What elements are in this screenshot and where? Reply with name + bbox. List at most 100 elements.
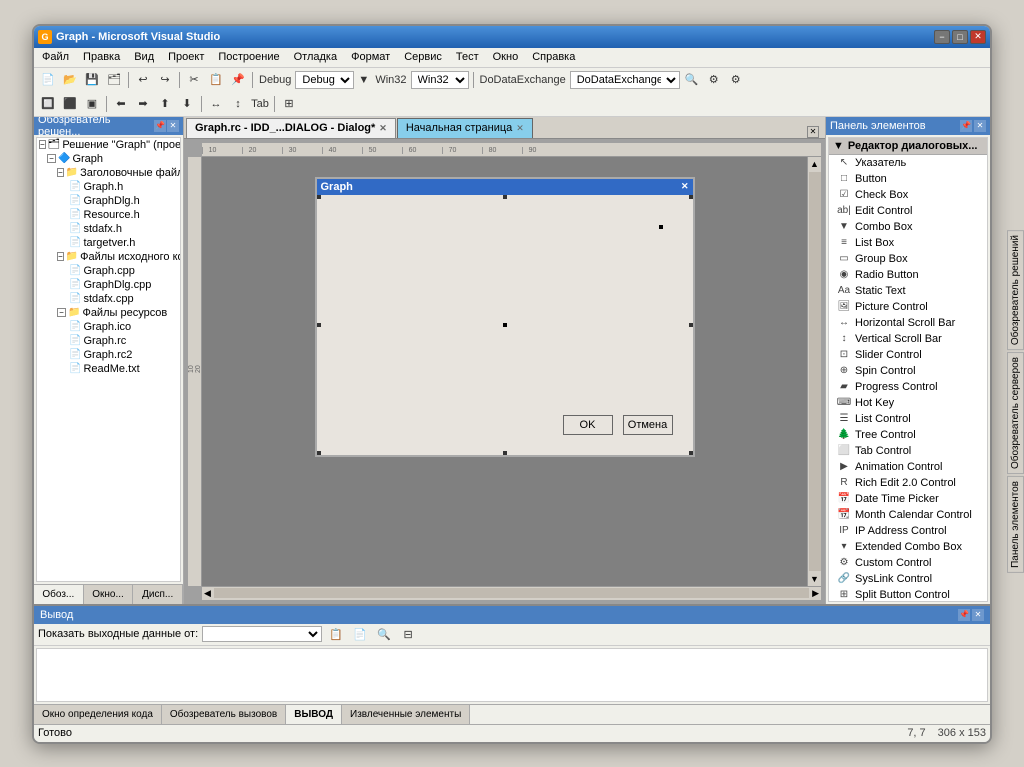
project-collapse[interactable]: − <box>47 154 56 163</box>
scroll-down-arrow[interactable]: ▼ <box>808 572 821 586</box>
output-close-button[interactable]: ✕ <box>972 609 984 621</box>
find-button[interactable]: 🔍 <box>682 71 702 89</box>
menu-window[interactable]: Окно <box>487 49 525 65</box>
toolbox-combobox[interactable]: ▼ Combo Box <box>829 219 987 235</box>
toolbox-richedit[interactable]: R Rich Edit 2.0 Control <box>829 475 987 491</box>
output-btn4[interactable]: ⊟ <box>398 625 418 643</box>
toolbox-hscrollbar[interactable]: ↔ Horizontal Scroll Bar <box>829 315 987 331</box>
align-right[interactable]: ➡ <box>133 95 153 113</box>
format-btn1[interactable]: 🔲 <box>38 95 58 113</box>
cut-button[interactable]: ✂ <box>184 71 204 89</box>
redo-button[interactable]: ↪ <box>155 71 175 89</box>
scroll-thumb[interactable] <box>809 172 821 571</box>
tree-source-folder[interactable]: − 📁 Файлы исходного кода <box>37 250 180 264</box>
toolbox-datetimepicker[interactable]: 📅 Date Time Picker <box>829 491 987 507</box>
new-button[interactable]: 📄 <box>38 71 58 89</box>
scroll-left-arrow[interactable]: ◀ <box>202 586 213 601</box>
handle-ml[interactable] <box>317 323 321 327</box>
open-button[interactable]: 📂 <box>60 71 80 89</box>
toolbox-treecontrol[interactable]: 🌲 Tree Control <box>829 427 987 443</box>
solution-collapse[interactable]: − <box>39 140 46 149</box>
menu-help[interactable]: Справка <box>526 49 581 65</box>
tree-resources-folder[interactable]: − 📁 Файлы ресурсов <box>37 306 180 320</box>
editor-panel-close[interactable]: ✕ <box>807 126 819 138</box>
toolbox-hotkey[interactable]: ⌨ Hot Key <box>829 395 987 411</box>
tab-call-browser[interactable]: Обозреватель вызовов <box>162 705 286 724</box>
toolbox-picturecontrol[interactable]: 🖼 Picture Control <box>829 299 987 315</box>
panel-close-button[interactable]: ✕ <box>167 120 179 132</box>
tree-headers-folder[interactable]: − 📁 Заголовочные файлы <box>37 166 180 180</box>
source-collapse[interactable]: − <box>57 252 64 261</box>
handle-br[interactable] <box>689 451 693 455</box>
menu-build[interactable]: Построение <box>212 49 285 65</box>
toolbar-extra1[interactable]: ⚙ <box>704 71 724 89</box>
editor-tab-close-start[interactable]: ✕ <box>516 123 524 134</box>
format-btn2[interactable]: ⬛ <box>60 95 80 113</box>
toolbox-button[interactable]: □ Button <box>829 171 987 187</box>
toolbox-statictext[interactable]: Aa Static Text <box>829 283 987 299</box>
menu-tools[interactable]: Сервис <box>398 49 448 65</box>
menu-debug[interactable]: Отладка <box>288 49 343 65</box>
tree-resource-h[interactable]: 📄 Resource.h <box>37 208 180 222</box>
toolbox-slidercontrol[interactable]: ⊡ Slider Control <box>829 347 987 363</box>
save-all-button[interactable]: 🗂 <box>104 71 124 89</box>
tree-graph-cpp[interactable]: 📄 Graph.cpp <box>37 264 180 278</box>
format-btn3[interactable]: ▣ <box>82 95 102 113</box>
handle-tl[interactable] <box>317 195 321 199</box>
scroll-right-arrow[interactable]: ▶ <box>810 586 821 601</box>
tree-stdafx-cpp[interactable]: 📄 stdafx.cpp <box>37 292 180 306</box>
handle-bl[interactable] <box>317 451 321 455</box>
solution-tree[interactable]: − 🗂 Решение "Graph" (проект: − 🔷 Graph −… <box>36 137 181 582</box>
menu-format[interactable]: Формат <box>345 49 396 65</box>
tab-output[interactable]: ВЫВОД <box>286 705 342 724</box>
tree-graphdlg-cpp[interactable]: 📄 GraphDlg.cpp <box>37 278 180 292</box>
toolbox-ipaddress[interactable]: IP IP Address Control <box>829 523 987 539</box>
horizontal-scrollbar[interactable]: ◀ ▶ <box>202 586 821 600</box>
menu-view[interactable]: Вид <box>128 49 160 65</box>
platform-dropdown[interactable]: Win32 <box>411 71 469 89</box>
minimize-button[interactable]: − <box>934 30 950 44</box>
tree-solution[interactable]: − 🗂 Решение "Graph" (проект: <box>37 138 180 152</box>
dialog-close-x-icon[interactable]: ✕ <box>681 181 689 192</box>
handle-tc[interactable] <box>503 195 507 199</box>
align-top[interactable]: ⬆ <box>155 95 175 113</box>
config-dropdown[interactable]: Debug <box>295 71 354 89</box>
tab-resource-view[interactable]: Дисп... <box>133 585 183 604</box>
vertical-scrollbar[interactable]: ▲ ▼ <box>807 157 821 586</box>
tab-solution-explorer[interactable]: Обоз... <box>34 585 84 604</box>
size-btn1[interactable]: ↔ <box>206 95 226 113</box>
tab-order[interactable]: Tab <box>250 95 270 113</box>
dialog-canvas-wrap[interactable]: 10 20 30 40 50 60 70 <box>184 139 825 604</box>
copy-button[interactable]: 📋 <box>206 71 226 89</box>
toolbox-animationcontrol[interactable]: ▶ Animation Control <box>829 459 987 475</box>
scroll-up-arrow[interactable]: ▲ <box>808 157 821 171</box>
align-left[interactable]: ⬅ <box>111 95 131 113</box>
scroll-hthumb[interactable] <box>214 588 809 598</box>
editor-tab-close-dialog[interactable]: ✕ <box>379 123 387 134</box>
save-button[interactable]: 💾 <box>82 71 102 89</box>
tree-targetver-h[interactable]: 📄 targetver.h <box>37 236 180 250</box>
resources-collapse[interactable]: − <box>57 308 66 317</box>
toolbox-extcombobox[interactable]: ▾ Extended Combo Box <box>829 539 987 555</box>
output-source-dropdown[interactable] <box>202 626 322 642</box>
handle-mr[interactable] <box>689 323 693 327</box>
output-btn3[interactable]: 🔍 <box>374 625 394 643</box>
output-content[interactable] <box>36 648 988 702</box>
headers-collapse[interactable]: − <box>57 168 64 177</box>
size-btn2[interactable]: ↕ <box>228 95 248 113</box>
toolbox-spincontrol[interactable]: ⊕ Spin Control <box>829 363 987 379</box>
dialog-ok-button[interactable]: OK <box>563 415 613 435</box>
close-button[interactable]: ✕ <box>970 30 986 44</box>
toolbox-checkbox[interactable]: ☑ Check Box <box>829 187 987 203</box>
toolbox-pointer[interactable]: ↖ Указатель <box>829 155 987 171</box>
paste-button[interactable]: 📌 <box>228 71 248 89</box>
toolbox-groupbox[interactable]: ▭ Group Box <box>829 251 987 267</box>
menu-edit[interactable]: Правка <box>77 49 126 65</box>
toolbox-syslinkcontrol[interactable]: 🔗 SysLink Control <box>829 571 987 587</box>
undo-button[interactable]: ↩ <box>133 71 153 89</box>
toolbox-section-dialog[interactable]: ▼ Редактор диалоговых... <box>829 138 987 155</box>
handle-bc[interactable] <box>503 451 507 455</box>
dialog-cancel-button[interactable]: Отмена <box>623 415 673 435</box>
toolbox-progresscontrol[interactable]: ▰ Progress Control <box>829 379 987 395</box>
panel-pin-button[interactable]: 📌 <box>154 120 166 132</box>
